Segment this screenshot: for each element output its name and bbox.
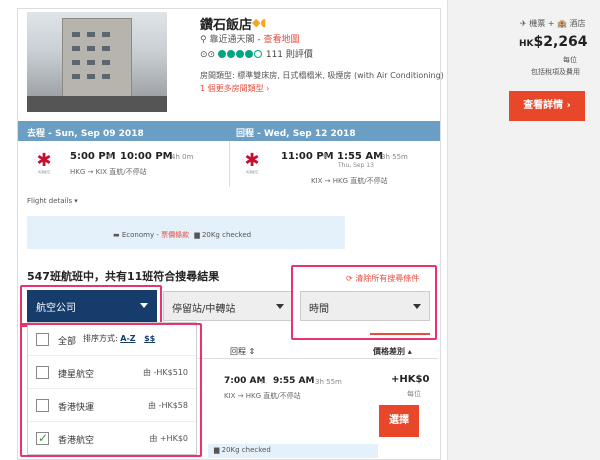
return-header: 回程 - Wed, Sep 12 2018 [236,129,356,139]
more-room-types-link[interactable]: 1 個更多房間類型 › [200,83,269,94]
seat-icon: ▬ [113,231,120,239]
hotel-photo[interactable] [27,12,167,112]
result-per-person: 每位 [407,390,421,398]
fare-rules-link[interactable]: 票價條款 [161,231,189,239]
return-sort-header[interactable]: 回程 ⇕ [230,346,255,357]
outbound-header: 去程 - Sun, Sep 09 2018 [27,129,144,139]
result-price: +HK$0 [391,374,430,385]
package-type-label: ✈ 機票 + 🏨 酒店 [520,19,586,28]
select-flight-button[interactable]: 選擇 [379,405,419,437]
return-arrive-date: Thu, Sep 13 [338,162,374,169]
flight-details-link[interactable]: Flight details ▾ [27,197,78,205]
hotel-name[interactable]: 鑽石飯店 [200,14,252,33]
return-duration: 3h 55m [381,153,408,161]
return-arrive-time: 1:55 AM [337,151,384,162]
location-text: 靠近通天閣 - [209,35,264,45]
map-pin-icon: ⚲ [200,35,207,45]
plane-icon: ✈ [259,377,266,386]
taxes-included-label: 包括稅項及費用 [531,68,580,76]
result-duration: 3h 55m [315,378,342,386]
result-arrive-time: 9:55 AM [273,376,315,386]
hong-kong-airlines-logo-icon: ✱ 香港航空 [36,150,52,175]
hong-kong-airlines-logo-icon: ✱ 香港航空 [244,150,260,175]
fare-info: ▬ Economy - 票價條款 ▆ 20Kg checked [113,231,252,239]
highlight-box [291,265,437,340]
star-rating-icon: ◆◖ [252,16,267,29]
baggage-icon: ▆ [214,446,220,454]
outbound-arrive-time: 10:00 PM [120,151,173,162]
tripadvisor-rating[interactable]: ⊙⊙ 111 則評價 [200,47,313,60]
return-route: KIX → HKG 直航/不停站 [311,177,388,185]
chevron-down-icon [276,304,284,309]
hotel-location: ⚲ 靠近通天閣 - 查看地圖 [200,32,299,45]
package-price: HK$2,264 [519,34,588,50]
tripadvisor-owl-icon: ⊙⊙ [200,50,216,60]
results-count-title: 547班航班中，共有11班符合搜尋結果 [27,270,220,283]
stops-filter-dropdown[interactable]: 停留站/中轉站 [163,291,293,321]
outbound-route: HKG → KIX 直航/不停站 [70,168,147,176]
price-diff-sort-header[interactable]: 價格差別 ▴ [373,346,412,357]
baggage-allowance: 20Kg checked [201,231,252,239]
room-type: 房間類型: 標準雙床房, 日式榻榻米, 吸煙房 (with Air Condit… [200,71,444,80]
result-baggage: ▆ 20Kg checked [214,446,271,454]
review-count: 111 則評價 [265,50,313,60]
view-details-button[interactable]: 查看詳情 › [509,91,585,121]
per-person-label: 每位 [563,56,577,64]
baggage-icon: ▆ [194,231,200,239]
plane-icon: ✈ [106,152,114,162]
view-map-link[interactable]: 查看地圖 [263,35,299,45]
flight-legs-header: 去程 - Sun, Sep 09 2018 回程 - Wed, Sep 12 2… [18,121,440,141]
highlight-box [20,285,162,327]
outbound-duration: 4h 0m [171,153,194,161]
plane-icon: ✈ [322,152,330,162]
highlight-box [20,323,202,457]
result-route: KIX → HKG 直航/不停站 [224,392,301,400]
